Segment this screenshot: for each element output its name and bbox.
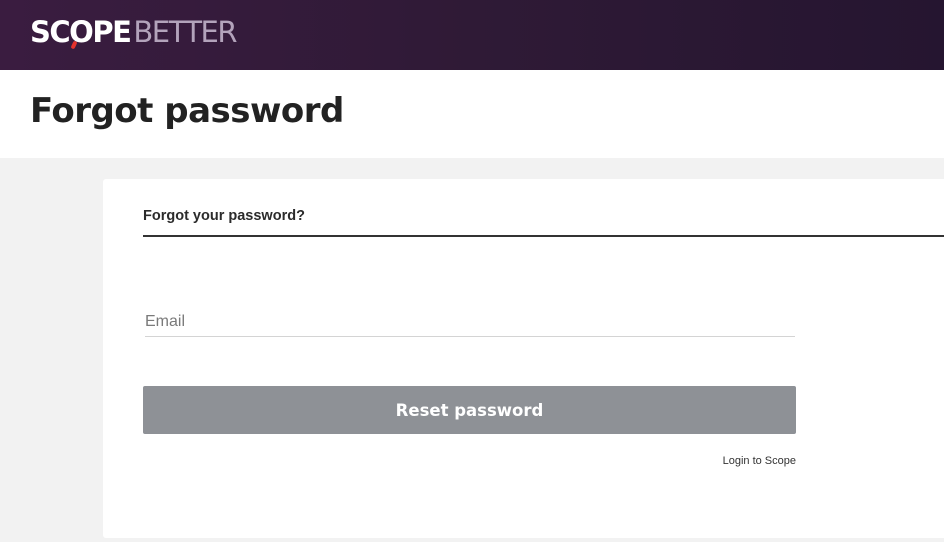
top-bar: SCOPE BETTER <box>0 0 944 70</box>
logo-better-text: BETTER <box>133 14 237 49</box>
form-heading-underline <box>143 235 944 237</box>
page-title: Forgot password <box>30 91 344 131</box>
form-heading: Forgot your password? <box>143 208 305 224</box>
logo-scope-text: SCOPE <box>30 14 132 49</box>
scopebetter-logo[interactable]: SCOPE BETTER <box>30 14 238 50</box>
form-card <box>103 179 944 538</box>
email-field[interactable] <box>145 308 795 337</box>
login-to-scope-link[interactable]: Login to Scope <box>723 453 796 469</box>
reset-password-button[interactable]: Reset password <box>143 386 796 434</box>
